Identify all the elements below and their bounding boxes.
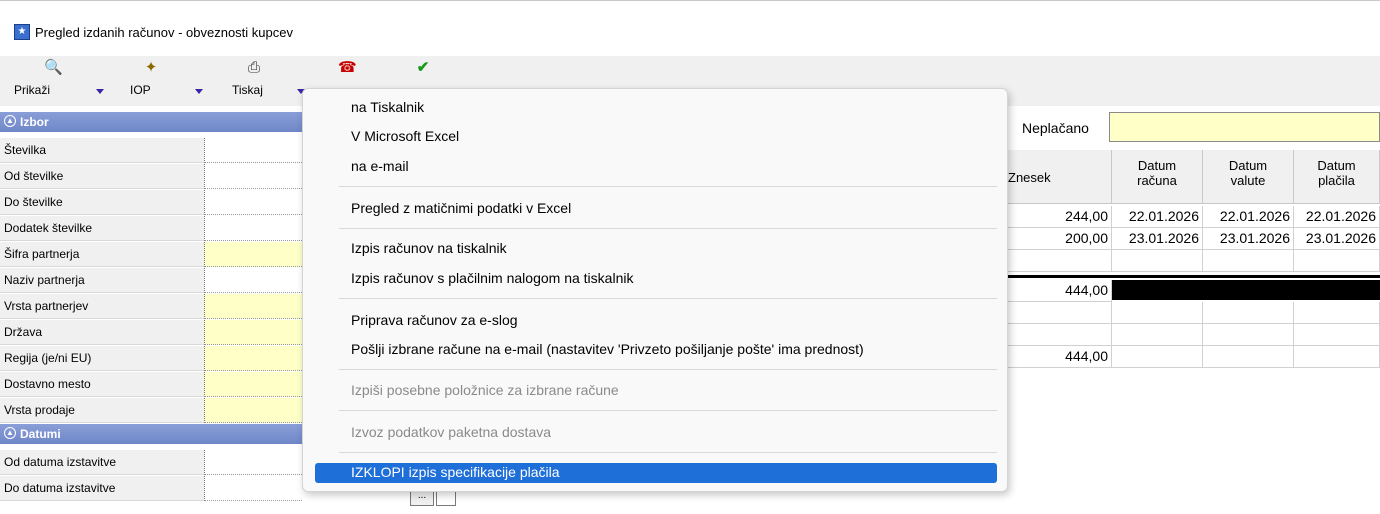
- field-naziv-partnerja: Naziv partnerja: [0, 268, 302, 294]
- menu-item-posebne-polozice: Izpiši posebne položnice za izbrane raču…: [351, 382, 619, 398]
- menu-separator: [339, 452, 997, 453]
- collapse-icon: ▲: [4, 115, 16, 127]
- show-button[interactable]: 🔍 Prikaži: [6, 56, 111, 102]
- field-od-stevilke: Od številke: [0, 164, 302, 190]
- cell-empty: [1112, 324, 1203, 346]
- neplacano-label: Neplačano: [1022, 120, 1089, 136]
- stevilka-input[interactable]: [204, 138, 302, 163]
- dostavno-mesto-input[interactable]: [204, 372, 302, 397]
- print-button[interactable]: ⎙ Tiskaj: [209, 56, 305, 102]
- field-sifra-partnerja: Šifra partnerja: [0, 242, 302, 268]
- column-header-datum-valute[interactable]: Datum valute: [1203, 150, 1294, 204]
- print-dropdown-menu: na Tiskalnik V Microsoft Excel na e-mail…: [302, 88, 1008, 492]
- field-dodatek-stevilke: Dodatek številke: [0, 216, 302, 242]
- naziv-partnerja-input[interactable]: [204, 268, 302, 293]
- cell-znesek[interactable]: 244,00: [1000, 206, 1112, 228]
- cell-empty: [1112, 302, 1203, 324]
- total-blackout: [1112, 280, 1380, 300]
- cell-empty: [1203, 302, 1294, 324]
- field-stevilka: Številka: [0, 138, 302, 164]
- cell-empty: [1203, 324, 1294, 346]
- filter-panel: ▲ Izbor Številka Od številke Do številke…: [0, 112, 302, 514]
- field-drzava: Država: [0, 320, 302, 346]
- field-od-datuma: Od datuma izstavitve: [0, 450, 302, 476]
- checkmark-icon: ✔: [416, 59, 430, 76]
- total-znesek: 444,00: [1000, 280, 1112, 302]
- vrsta-prodaje-input[interactable]: [204, 398, 302, 423]
- do-datuma-input[interactable]: [204, 476, 302, 501]
- menu-separator: [339, 298, 997, 299]
- iop-icon: ✦: [144, 59, 158, 76]
- sifra-partnerja-input[interactable]: [204, 242, 302, 267]
- regija-input[interactable]: [204, 346, 302, 371]
- cell-empty: [1294, 250, 1380, 272]
- cell-empty: [1294, 324, 1380, 346]
- preview-icon: 🔍: [44, 59, 63, 76]
- cell-empty: [1000, 324, 1112, 346]
- cell-empty: [1203, 346, 1294, 368]
- cell-datum-valute[interactable]: 23.01.2026: [1203, 228, 1294, 250]
- od-datuma-input[interactable]: [204, 450, 302, 475]
- menu-separator: [339, 186, 997, 187]
- field-do-datuma: Do datuma izstavitve: [0, 476, 302, 502]
- collapse-icon: ▲: [4, 427, 16, 439]
- app-icon: ★: [14, 24, 30, 40]
- phone-icon: ☎: [338, 59, 357, 76]
- menu-separator: [339, 369, 997, 370]
- menu-item-poslji-email[interactable]: Pošlji izbrane račune na e-mail (nastavi…: [351, 341, 864, 357]
- menu-item-maticni-podatki-excel[interactable]: Pregled z matičnimi podatki v Excel: [351, 200, 571, 216]
- cell-empty: [1203, 250, 1294, 272]
- cell-empty: [1294, 302, 1380, 324]
- od-stevilke-input[interactable]: [204, 164, 302, 189]
- chevron-down-icon[interactable]: [195, 89, 203, 94]
- invoice-grid: Znesek Datum računa Datum valute Datum plač…: [1000, 150, 1380, 370]
- printer-icon: ⎙: [247, 59, 260, 76]
- field-dostavno-mesto: Dostavno mesto: [0, 372, 302, 398]
- field-do-stevilke: Do številke: [0, 190, 302, 216]
- cell-empty: [1112, 346, 1203, 368]
- cell-datum-racuna[interactable]: 23.01.2026: [1112, 228, 1203, 250]
- field-vrsta-prodaje: Vrsta prodaje: [0, 398, 302, 424]
- do-stevilke-input[interactable]: [204, 190, 302, 215]
- cell-empty: [1294, 346, 1380, 368]
- menu-item-izpis-placilni-nalog[interactable]: Izpis računov s plačilnim nalogom na tis…: [351, 270, 633, 286]
- cell-datum-placila[interactable]: 23.01.2026: [1294, 228, 1380, 250]
- column-header-datum-racuna[interactable]: Datum računa: [1112, 150, 1203, 204]
- column-header-znesek[interactable]: Znesek: [1000, 150, 1112, 204]
- section-datumi-header[interactable]: ▲ Datumi: [0, 424, 302, 444]
- cell-datum-racuna[interactable]: 22.01.2026: [1112, 206, 1203, 228]
- drzava-input[interactable]: [204, 320, 302, 345]
- menu-separator: [339, 228, 997, 229]
- column-header-datum-placila[interactable]: Datum plačila: [1294, 150, 1380, 204]
- field-regija: Regija (je/ni EU): [0, 346, 302, 372]
- cell-znesek[interactable]: 200,00: [1000, 228, 1112, 250]
- section-izbor-header[interactable]: ▲ Izbor: [0, 112, 302, 132]
- cell-datum-placila[interactable]: 22.01.2026: [1294, 206, 1380, 228]
- grand-total-znesek: 444,00: [1000, 346, 1112, 368]
- menu-separator: [339, 410, 997, 411]
- menu-item-na-email[interactable]: na e-mail: [351, 158, 409, 174]
- dodatek-stevilke-input[interactable]: [204, 216, 302, 241]
- window-title: Pregled izdanih računov - obveznosti kup…: [35, 25, 293, 40]
- menu-item-izklopi-specifikacija[interactable]: IZKLOPI izpis specifikacije plačila: [315, 463, 997, 483]
- cell-empty: [1000, 302, 1112, 324]
- menu-item-na-tiskalnik[interactable]: na Tiskalnik: [351, 99, 424, 115]
- vrsta-partnerjev-input[interactable]: [204, 294, 302, 319]
- field-vrsta-partnerjev: Vrsta partnerjev: [0, 294, 302, 320]
- chevron-down-icon[interactable]: [96, 89, 104, 94]
- cell-empty: [1112, 250, 1203, 272]
- menu-item-priprava-e-slog[interactable]: Priprava računov za e-slog: [351, 312, 518, 328]
- menu-item-izvoz-paketna-dostava: Izvoz podatkov paketna dostava: [351, 424, 552, 440]
- total-separator: [1000, 275, 1380, 278]
- iop-button[interactable]: ✦ IOP: [112, 56, 208, 102]
- neplacano-input[interactable]: [1109, 112, 1380, 142]
- menu-item-izpis-racunov[interactable]: Izpis računov na tiskalnik: [351, 240, 507, 256]
- cell-datum-valute[interactable]: 22.01.2026: [1203, 206, 1294, 228]
- menu-item-microsoft-excel[interactable]: V Microsoft Excel: [351, 128, 459, 144]
- cell-empty: [1000, 250, 1112, 272]
